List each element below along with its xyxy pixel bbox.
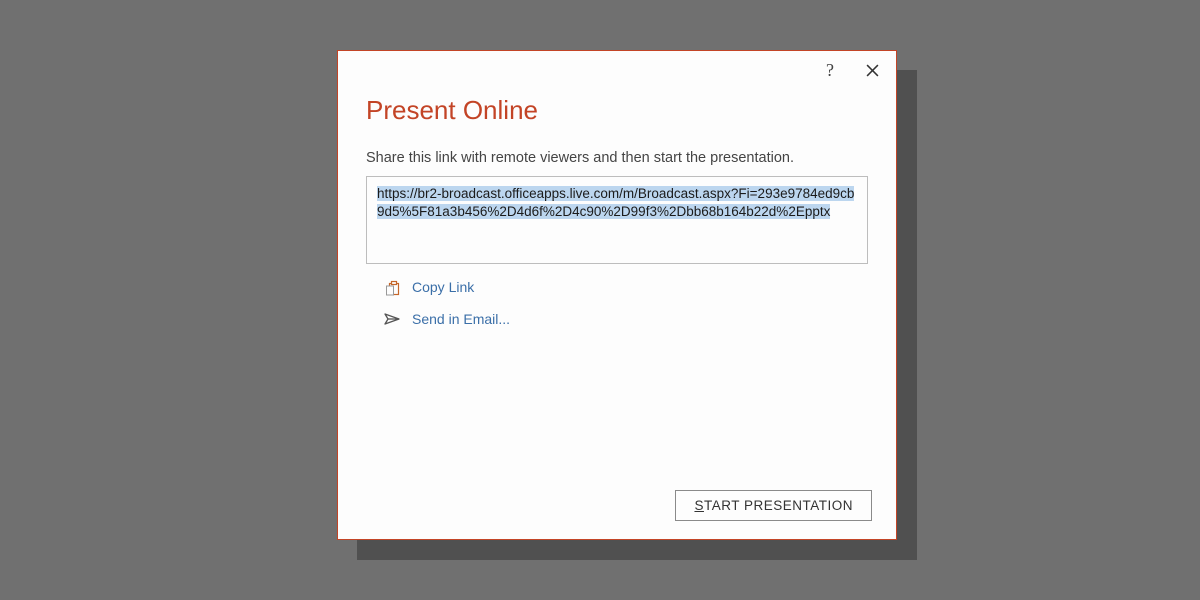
link-actions: Copy Link Send in Email... [366, 278, 868, 328]
start-rest: TART PRESENTATION [704, 498, 853, 513]
send-icon [384, 310, 402, 328]
dialog-footer: START PRESENTATION [675, 490, 872, 521]
share-url-text: https://br2-broadcast.officeapps.live.co… [377, 186, 854, 219]
clipboard-icon [384, 278, 402, 296]
start-presentation-button[interactable]: START PRESENTATION [675, 490, 872, 521]
titlebar: ? [338, 51, 896, 89]
share-url-field[interactable]: https://br2-broadcast.officeapps.live.co… [366, 176, 868, 264]
copy-link-label: Copy Link [412, 279, 474, 295]
send-email-action[interactable]: Send in Email... [384, 310, 510, 328]
copy-link-action[interactable]: Copy Link [384, 278, 474, 296]
close-button[interactable] [858, 56, 886, 84]
present-online-dialog: ? Present Online Share this link with re… [337, 50, 897, 540]
send-email-label: Send in Email... [412, 311, 510, 327]
instruction-text: Share this link with remote viewers and … [366, 150, 868, 166]
close-icon [866, 64, 879, 77]
dialog-content: Present Online Share this link with remo… [338, 95, 896, 328]
help-button[interactable]: ? [816, 56, 844, 84]
dialog-title: Present Online [366, 95, 868, 126]
start-accel: S [694, 498, 704, 513]
help-icon: ? [826, 60, 834, 81]
